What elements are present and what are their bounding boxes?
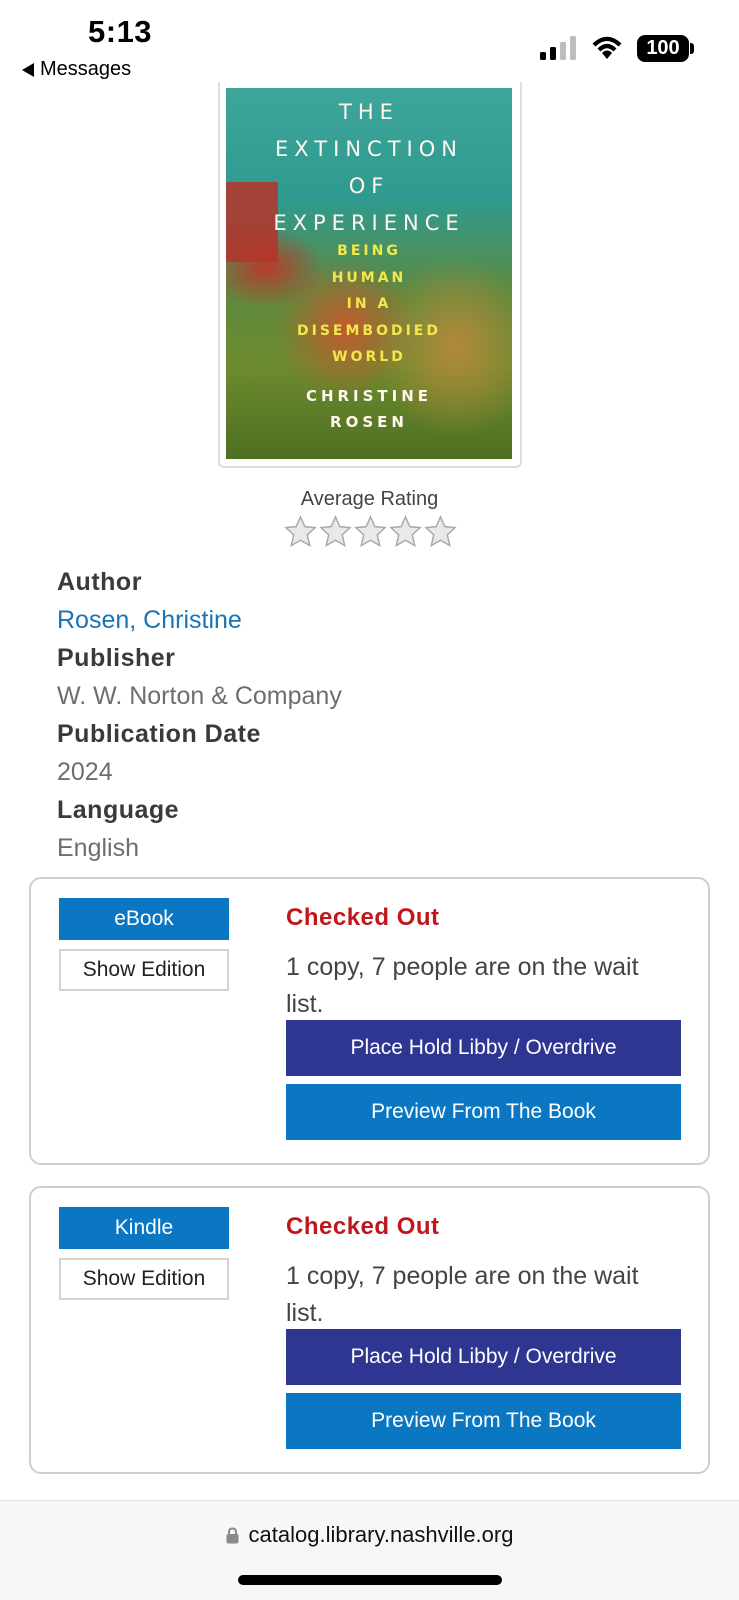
star-empty-icon[interactable]: [354, 515, 387, 548]
star-empty-icon[interactable]: [319, 515, 352, 548]
preview-button[interactable]: Preview From The Book: [286, 1084, 681, 1140]
cover-title-line: EXTINCTION: [275, 137, 463, 161]
cover-subtitle-line: HUMAN: [331, 269, 407, 286]
availability-status: Checked Out: [286, 904, 440, 931]
lock-icon: [226, 1526, 239, 1543]
cover-author: CHRISTINE ROSEN: [226, 383, 512, 435]
language-value: English: [57, 834, 139, 862]
cover-subtitle-line: IN A: [346, 296, 392, 312]
cellular-signal-icon: [540, 36, 576, 60]
back-arrow-icon: [22, 62, 34, 77]
format-card-kindle: Kindle Show Edition Checked Out 1 copy, …: [29, 1186, 710, 1474]
show-edition-button[interactable]: Show Edition: [59, 949, 229, 991]
wait-list-text: 1 copy, 7 people are on the wait list.: [286, 953, 639, 1018]
format-kindle-button[interactable]: Kindle: [59, 1207, 229, 1249]
star-empty-icon[interactable]: [389, 515, 422, 548]
preview-button[interactable]: Preview From The Book: [286, 1393, 681, 1449]
status-time: 5:13: [88, 14, 153, 49]
show-edition-button[interactable]: Show Edition: [59, 1258, 229, 1300]
address-bar[interactable]: catalog.library.nashville.org: [0, 1522, 739, 1548]
cover-subtitle-line: WORLD: [332, 349, 406, 365]
cover-subtitle: BEING HUMAN IN A DISEMBODIED WORLD: [226, 238, 512, 371]
back-label: Messages: [40, 58, 132, 80]
publisher-label: Publisher: [57, 644, 176, 672]
wait-list-text: 1 copy, 7 people are on the wait list.: [286, 1262, 639, 1327]
language-label: Language: [57, 796, 180, 824]
format-card-ebook: eBook Show Edition Checked Out 1 copy, 7…: [29, 877, 710, 1165]
availability-status: Checked Out: [286, 1213, 440, 1240]
place-hold-button[interactable]: Place Hold Libby / Overdrive: [286, 1020, 681, 1076]
cover-title-line: EXPERIENCE: [273, 211, 465, 235]
publisher-value: W. W. Norton & Company: [57, 682, 342, 710]
wifi-icon: [592, 36, 622, 59]
format-ebook-button[interactable]: eBook: [59, 898, 229, 940]
author-link[interactable]: Rosen, Christine: [57, 604, 342, 642]
average-rating-label: Average Rating: [300, 488, 439, 510]
battery-tip: [690, 43, 694, 54]
cover-title-line: THE: [339, 100, 399, 124]
cover-author-line: CHRISTINE: [305, 387, 433, 405]
cover-subtitle-line: BEING: [337, 243, 401, 259]
cover-author-line: ROSEN: [330, 413, 408, 431]
rating-stars[interactable]: [284, 515, 457, 548]
cover-title: THE EXTINCTION OF EXPERIENCE: [226, 94, 512, 242]
cover-subtitle-line: DISEMBODIED: [297, 322, 441, 339]
battery-icon: 100: [637, 35, 689, 62]
author-label: Author: [57, 568, 142, 596]
place-hold-button[interactable]: Place Hold Libby / Overdrive: [286, 1329, 681, 1385]
book-details: Author Rosen, Christine Publisher W. W. …: [57, 566, 342, 870]
publication-date-label: Publication Date: [57, 720, 261, 748]
book-cover-image[interactable]: THE EXTINCTION OF EXPERIENCE BEING HUMAN…: [226, 88, 512, 459]
cover-title-line: OF: [348, 174, 390, 198]
home-indicator[interactable]: [238, 1575, 502, 1585]
status-bar: 5:13 Messages 100: [0, 0, 739, 88]
back-to-messages-button[interactable]: Messages: [22, 58, 131, 81]
publication-date-value: 2024: [57, 758, 113, 786]
browser-bottom-bar: [0, 1500, 739, 1600]
star-empty-icon[interactable]: [284, 515, 317, 548]
url-text: catalog.library.nashville.org: [248, 1522, 514, 1547]
star-empty-icon[interactable]: [424, 515, 457, 548]
